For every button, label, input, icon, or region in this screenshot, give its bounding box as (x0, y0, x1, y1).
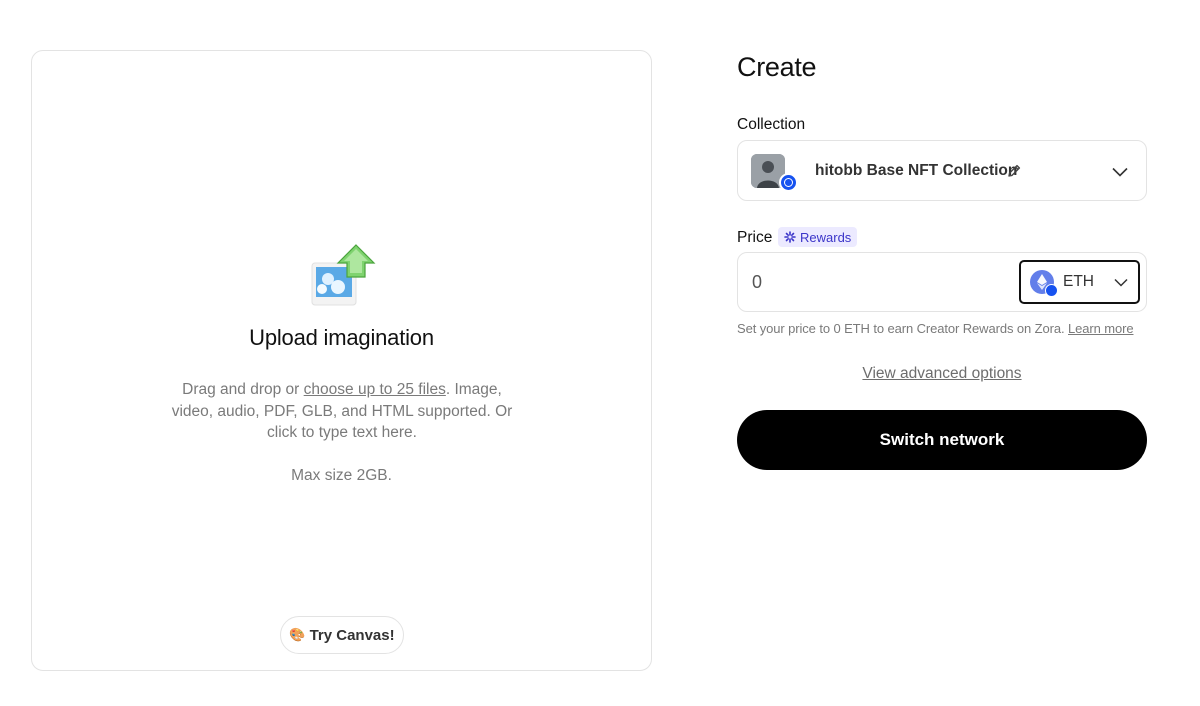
learn-more-link[interactable]: Learn more (1068, 321, 1134, 336)
page-title: Create (737, 52, 817, 82)
upload-title: Upload imagination (249, 325, 434, 350)
advanced-options-link[interactable]: View advanced options (737, 365, 1147, 383)
sparkle-icon (784, 231, 796, 243)
base-network-badge (779, 173, 798, 192)
currency-label: ETH (1063, 273, 1094, 290)
pencil-icon[interactable] (1006, 163, 1022, 179)
rewards-badge[interactable]: Rewards (778, 227, 858, 247)
chevron-down-icon (1112, 167, 1128, 177)
price-field: ETH (737, 252, 1147, 312)
upload-dropzone[interactable]: Upload imagination Drag and drop or choo… (31, 50, 652, 671)
price-input[interactable] (752, 267, 1002, 297)
price-hint-text: Set your price to 0 ETH to earn Creator … (737, 321, 1068, 336)
currency-select[interactable]: ETH (1019, 260, 1140, 304)
chevron-down-icon (1114, 278, 1128, 287)
upload-description: Drag and drop or choose up to 25 files. … (162, 379, 522, 444)
collection-select[interactable]: hitobb Base NFT Collection (737, 140, 1147, 201)
price-hint: Set your price to 0 ETH to earn Creator … (737, 321, 1134, 336)
switch-network-button[interactable]: Switch network (737, 410, 1147, 470)
try-canvas-label: Try Canvas! (309, 626, 395, 644)
upload-desc-prefix: Drag and drop or (182, 381, 304, 398)
choose-files-link[interactable]: choose up to 25 files (304, 381, 446, 398)
base-network-badge (1045, 284, 1058, 297)
try-canvas-button[interactable]: 🎨 Try Canvas! (280, 616, 404, 654)
palette-icon: 🎨 (289, 627, 306, 642)
collection-label: Collection (737, 116, 806, 133)
rewards-label: Rewards (800, 229, 852, 245)
max-size-note: Max size 2GB. (291, 467, 392, 484)
collection-name: hitobb Base NFT Collection (815, 162, 1018, 179)
image-upload-icon (311, 244, 376, 306)
price-label: Price (737, 229, 773, 246)
